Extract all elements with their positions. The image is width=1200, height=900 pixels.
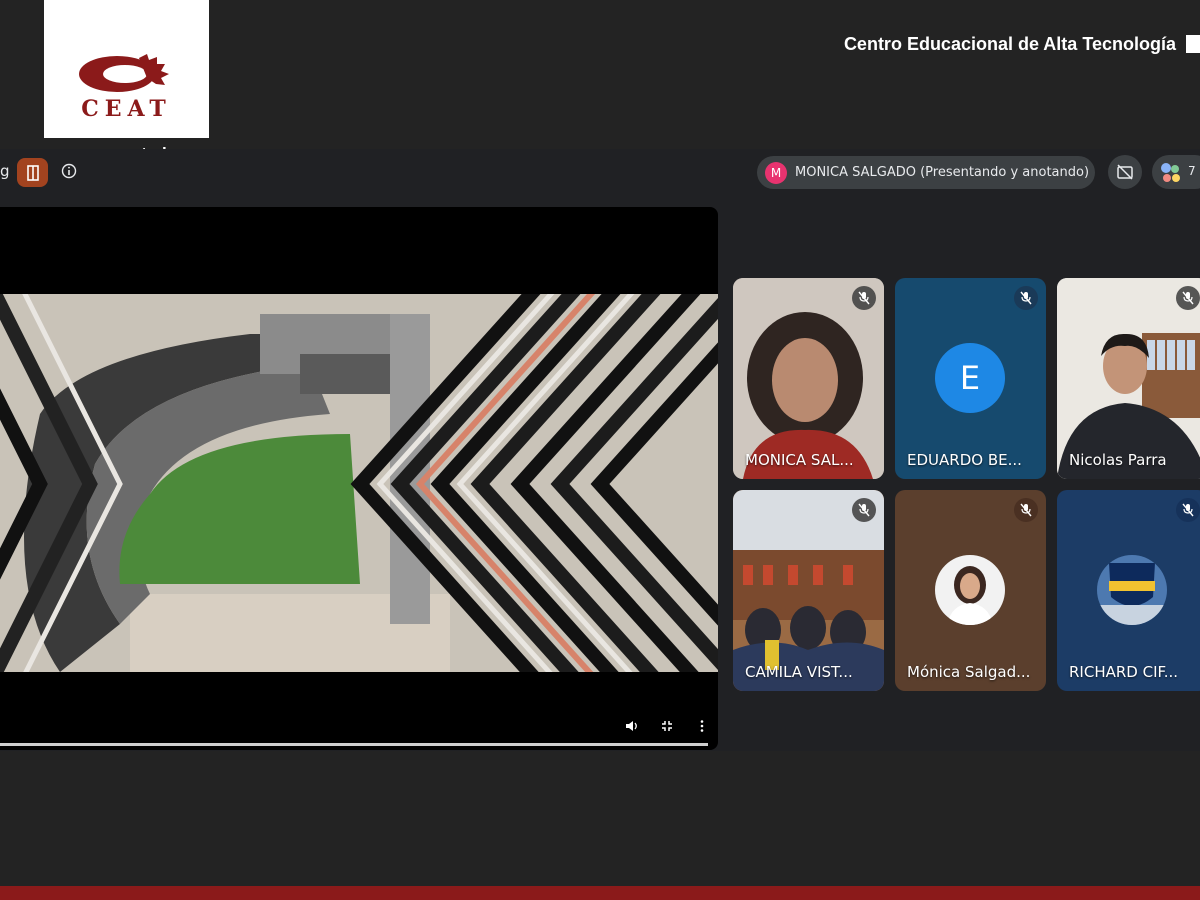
mic-off-indicator bbox=[1014, 286, 1038, 310]
ceat-logo: CEAT bbox=[44, 0, 209, 138]
presenter-label: MONICA SALGADO (Presentando y anotando) bbox=[795, 165, 1090, 180]
participant-name: EDUARDO BE... bbox=[907, 451, 1022, 469]
mic-off-indicator bbox=[1014, 498, 1038, 522]
mic-off-icon bbox=[858, 503, 870, 517]
mic-off-indicator bbox=[1176, 498, 1200, 522]
presenter-chip[interactable]: M MONICA SALGADO (Presentando y anotando… bbox=[757, 156, 1095, 189]
participant-video bbox=[1057, 278, 1200, 479]
more-vert-icon[interactable] bbox=[695, 719, 709, 733]
org-accent-block bbox=[1186, 35, 1200, 53]
participant-tile[interactable]: RICHARD CIF... bbox=[1057, 490, 1200, 691]
participant-tile[interactable]: Mónica Salgad... bbox=[895, 490, 1046, 691]
presentation-stage[interactable] bbox=[0, 207, 718, 750]
meeting-window: g M MONICA SALGADO (Presentando y anotan… bbox=[0, 149, 1200, 751]
participant-name: MONICA SAL... bbox=[745, 451, 854, 469]
volume-icon[interactable] bbox=[625, 719, 639, 733]
participant-name: Nicolas Parra bbox=[1069, 451, 1167, 469]
participant-tile[interactable]: CAMILA VIST... bbox=[733, 490, 884, 691]
people-icon bbox=[1161, 163, 1180, 182]
participant-name: CAMILA VIST... bbox=[745, 663, 853, 681]
participant-tile[interactable]: MONICA SAL... bbox=[733, 278, 884, 479]
club-crest-icon bbox=[1097, 555, 1167, 625]
participant-avatar: E bbox=[935, 343, 1005, 413]
ceat-logo-swoosh-icon bbox=[79, 54, 169, 92]
video-progress-bar[interactable] bbox=[0, 743, 708, 746]
mic-off-icon bbox=[1182, 291, 1194, 305]
leave-button[interactable] bbox=[17, 158, 48, 187]
mic-off-indicator bbox=[852, 286, 876, 310]
campus-aerial-image bbox=[0, 294, 718, 672]
mic-off-icon bbox=[1020, 291, 1032, 305]
mic-off-indicator bbox=[1176, 286, 1200, 310]
people-button[interactable]: 7 bbox=[1152, 155, 1200, 189]
participant-avatar bbox=[1097, 555, 1167, 625]
mic-off-icon bbox=[858, 291, 870, 305]
logo-wordmark: CEAT bbox=[81, 96, 172, 122]
participant-name: RICHARD CIF... bbox=[1069, 663, 1179, 681]
mic-off-icon bbox=[1020, 503, 1032, 517]
info-icon[interactable] bbox=[61, 163, 77, 179]
org-name: Centro Educacional de Alta Tecnología bbox=[843, 34, 1176, 54]
exit-fullscreen-icon[interactable] bbox=[660, 719, 674, 733]
participant-tile[interactable]: E EDUARDO BE... bbox=[895, 278, 1046, 479]
mic-off-icon bbox=[1182, 503, 1194, 517]
people-count: 7 bbox=[1188, 164, 1196, 178]
camera-off-icon bbox=[1117, 164, 1133, 180]
participant-tile[interactable]: Nicolas Parra bbox=[1057, 278, 1200, 479]
presenter-avatar: M bbox=[765, 161, 787, 184]
meeting-name: g bbox=[0, 162, 10, 180]
leave-door-icon bbox=[26, 164, 39, 181]
brand-footer-bar bbox=[0, 886, 1200, 900]
participant-name: Mónica Salgad... bbox=[907, 663, 1031, 681]
mic-off-indicator bbox=[852, 498, 876, 522]
participant-avatar bbox=[935, 555, 1005, 625]
shared-video[interactable] bbox=[0, 294, 718, 672]
camera-off-button[interactable] bbox=[1108, 155, 1142, 189]
